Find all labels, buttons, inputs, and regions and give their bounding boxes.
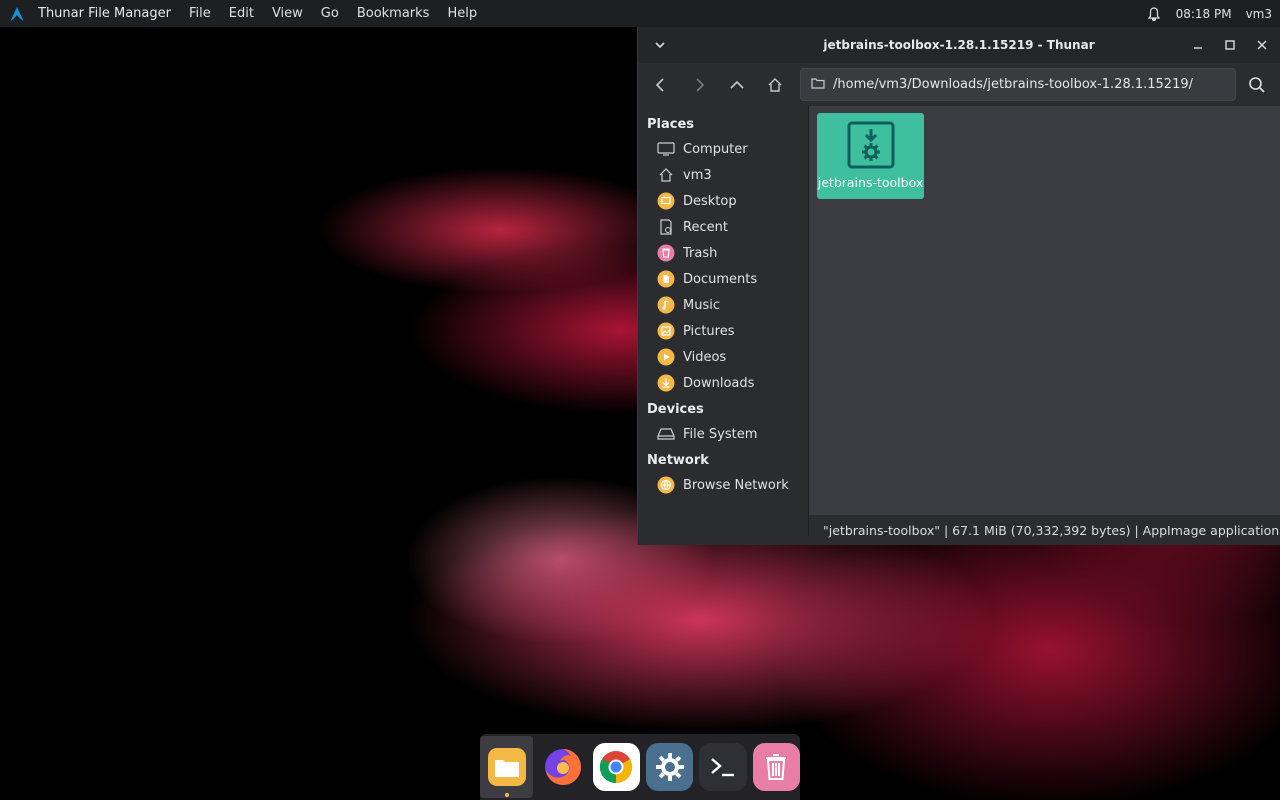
menu-view[interactable]: View	[272, 6, 303, 21]
home-button[interactable]	[758, 68, 792, 102]
maximize-button[interactable]	[1220, 35, 1240, 55]
sidebar: Places Computer vm3 Desktop Recent Trash	[638, 106, 809, 536]
dock-chrome[interactable]	[592, 743, 640, 791]
menu-file[interactable]: File	[189, 6, 211, 21]
toolbar: /home/vm3/Downloads/jetbrains-toolbox-1.…	[638, 63, 1280, 106]
dock-firefox[interactable]	[539, 743, 586, 791]
places-header: Places	[647, 116, 695, 132]
downloads-folder-icon	[657, 374, 675, 392]
sidebar-item-recent[interactable]: Recent	[638, 214, 808, 240]
thunar-window: jetbrains-toolbox-1.28.1.15219 - Thunar	[637, 27, 1280, 545]
desktop-folder-icon	[657, 192, 675, 210]
sidebar-item-home[interactable]: vm3	[638, 162, 808, 188]
search-button[interactable]	[1240, 68, 1274, 102]
menu-edit[interactable]: Edit	[229, 6, 254, 21]
dock-file-manager[interactable]	[480, 736, 534, 798]
top-panel: Thunar File Manager File Edit View Go Bo…	[0, 0, 1280, 27]
sidebar-item-label: Computer	[683, 141, 748, 157]
pictures-folder-icon	[657, 322, 675, 340]
window-title: jetbrains-toolbox-1.28.1.15219 - Thunar	[823, 38, 1095, 52]
user-menu[interactable]: vm3	[1246, 7, 1272, 21]
location-bar[interactable]: /home/vm3/Downloads/jetbrains-toolbox-1.…	[800, 68, 1236, 101]
sidebar-item-label: Desktop	[683, 193, 737, 209]
documents-folder-icon	[657, 270, 675, 288]
sidebar-item-label: Pictures	[683, 323, 735, 339]
close-button[interactable]	[1252, 35, 1272, 55]
menu-bookmarks[interactable]: Bookmarks	[357, 6, 430, 21]
status-bar: "jetbrains-toolbox" | 67.1 MiB (70,332,3…	[809, 515, 1280, 545]
parent-folder-button[interactable]	[720, 68, 754, 102]
sidebar-item-pictures[interactable]: Pictures	[638, 318, 808, 344]
sidebar-item-label: vm3	[683, 167, 712, 183]
sidebar-item-label: Music	[683, 297, 720, 313]
forward-button[interactable]	[682, 68, 716, 102]
notification-bell-icon[interactable]	[1146, 6, 1162, 22]
sidebar-item-label: File System	[683, 426, 758, 442]
dock-settings[interactable]	[645, 743, 694, 791]
firefox-icon	[544, 749, 581, 785]
computer-icon	[657, 140, 675, 158]
sidebar-item-desktop[interactable]: Desktop	[638, 188, 808, 214]
sidebar-item-label: Recent	[683, 219, 728, 235]
active-indicator	[504, 793, 509, 797]
network-icon	[657, 476, 675, 494]
sidebar-item-videos[interactable]: Videos	[638, 344, 808, 370]
appimage-installer-icon	[847, 121, 894, 169]
sidebar-item-label: Documents	[683, 271, 758, 287]
trash-icon	[657, 244, 675, 262]
sidebar-item-computer[interactable]: Computer	[638, 136, 808, 162]
music-folder-icon	[657, 296, 675, 314]
home-icon	[657, 166, 675, 184]
active-app-title: Thunar File Manager	[38, 6, 171, 21]
dock-trash[interactable]	[752, 743, 800, 791]
dock-terminal[interactable]	[699, 743, 747, 791]
drive-icon	[657, 425, 675, 443]
sidebar-item-documents[interactable]: Documents	[638, 266, 808, 292]
file-item-jetbrains-toolbox[interactable]: jetbrains-toolbox	[817, 113, 924, 199]
sidebar-item-label: Trash	[683, 245, 718, 261]
dock	[480, 734, 800, 800]
sidebar-item-label: Videos	[683, 349, 727, 365]
videos-folder-icon	[657, 348, 675, 366]
file-view[interactable]: jetbrains-toolbox	[809, 106, 1280, 536]
sidebar-item-label: Downloads	[683, 375, 755, 391]
sidebar-item-label: Browse Network	[683, 477, 789, 493]
chrome-icon	[600, 751, 633, 784]
clock[interactable]: 08:18 PM	[1176, 7, 1232, 21]
menu-go[interactable]: Go	[321, 6, 339, 21]
recent-icon	[657, 218, 675, 236]
minimize-button[interactable]	[1188, 35, 1208, 55]
file-name: jetbrains-toolbox	[817, 175, 924, 190]
window-menu-chevron-icon[interactable]	[638, 39, 682, 51]
devices-header: Devices	[647, 401, 704, 417]
sidebar-item-browse-network[interactable]: Browse Network	[638, 472, 808, 498]
window-titlebar[interactable]: jetbrains-toolbox-1.28.1.15219 - Thunar	[638, 27, 1280, 63]
file-manager-icon	[487, 748, 526, 786]
settings-icon	[655, 753, 684, 781]
sidebar-item-file-system[interactable]: File System	[638, 421, 808, 447]
sidebar-item-music[interactable]: Music	[638, 292, 808, 318]
folder-icon	[811, 77, 825, 93]
network-header: Network	[647, 452, 709, 468]
sidebar-item-trash[interactable]: Trash	[638, 240, 808, 266]
location-path: /home/vm3/Downloads/jetbrains-toolbox-1.…	[833, 77, 1194, 92]
trash-icon	[766, 754, 787, 780]
back-button[interactable]	[644, 68, 678, 102]
menu-help[interactable]: Help	[447, 6, 477, 21]
arch-logo-icon[interactable]	[8, 5, 26, 23]
sidebar-item-downloads[interactable]: Downloads	[638, 370, 808, 396]
terminal-icon	[711, 758, 734, 777]
